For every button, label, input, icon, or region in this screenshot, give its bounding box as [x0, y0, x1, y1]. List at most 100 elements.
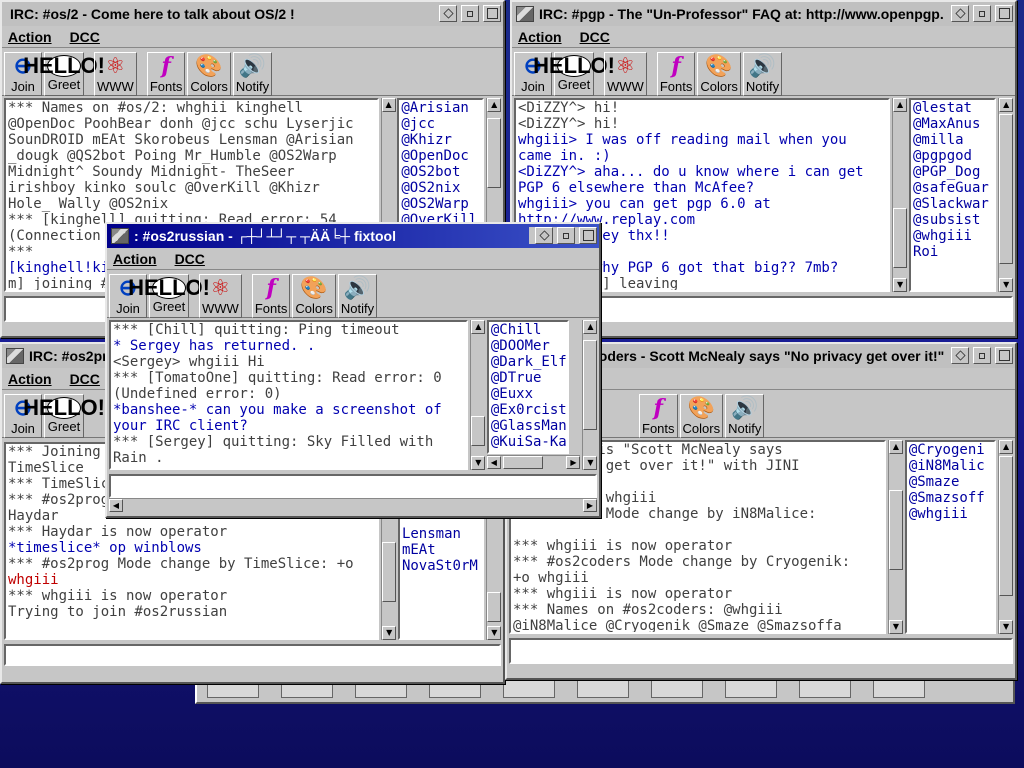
greet-button[interactable]: HELLO! Greet	[533, 52, 615, 96]
fonts-button[interactable]: f Fonts	[639, 394, 678, 438]
colors-icon: 🎨	[195, 53, 223, 78]
userlist-scrollbar[interactable]: ▲▼	[582, 320, 598, 470]
user-list-item[interactable]: NovaSt0rM	[402, 558, 480, 574]
user-list-item[interactable]: @Chill	[491, 322, 565, 338]
titlebar[interactable]: IRC: #pgp - The "Un-Professor" FAQ at: h…	[512, 2, 1015, 26]
user-list-item[interactable]: @iN8Malic	[909, 458, 992, 474]
hide-button[interactable]	[951, 347, 969, 364]
chat-scrollbar[interactable]: ▲▼	[887, 440, 903, 634]
user-list-item[interactable]: @DOOMer	[491, 338, 565, 354]
system-menu-icon[interactable]	[111, 228, 129, 244]
user-list-item[interactable]: @lestat	[913, 100, 992, 116]
user-list-item[interactable]: @OS2nix	[401, 180, 480, 196]
menu-dcc[interactable]: DCC	[580, 29, 610, 45]
input-hscrollbar[interactable]: ◀ ▶	[109, 498, 597, 514]
user-list-item[interactable]: @OpenDoc	[401, 148, 480, 164]
hide-button[interactable]	[951, 5, 969, 22]
user-list-item[interactable]: @pgpgod	[913, 148, 992, 164]
hide-button[interactable]	[535, 227, 553, 244]
user-list-item[interactable]: @OS2Warp	[401, 196, 480, 212]
greet-button[interactable]: HELLO! Greet	[128, 274, 210, 318]
user-list-item[interactable]: @Arisian	[401, 100, 480, 116]
user-list-item[interactable]: Lensman	[402, 526, 480, 542]
fonts-button[interactable]: f Fonts	[656, 52, 696, 96]
user-list-item[interactable]: @MaxAnus	[913, 116, 992, 132]
message-input[interactable]	[4, 644, 501, 666]
chat-line: whgiii> I was off reading mail when you	[518, 132, 847, 148]
user-list-item[interactable]: @Khizr	[401, 132, 480, 148]
user-list-item[interactable]: @KuiSa-Ka	[491, 434, 567, 450]
titlebar[interactable]: IRC: #os/2 - Come here to talk about OS/…	[2, 2, 503, 26]
maximize-button[interactable]	[995, 5, 1013, 22]
user-list[interactable]: @Cryogeni @iN8Malic @Smaze @Smazsoff @whgiii	[904, 440, 997, 634]
menu-dcc[interactable]: DCC	[175, 251, 205, 267]
maximize-button[interactable]	[483, 5, 501, 22]
user-list-item[interactable]: @Euxx	[491, 386, 565, 402]
notify-button[interactable]: 🔊 Notify	[337, 274, 378, 318]
message-input[interactable]	[109, 474, 597, 498]
titlebar[interactable]: : #os2russian - ┌┼┘┴┘┬ ┬ÄÄ╘┼ fixtool	[107, 224, 599, 248]
user-list-item[interactable]: @Dark_Elf	[491, 354, 567, 370]
greet-button[interactable]: HELLO! Greet	[23, 52, 105, 96]
user-list-item[interactable]: @whgiii	[909, 506, 992, 522]
minimize-button[interactable]	[973, 347, 991, 364]
system-menu-icon[interactable]	[516, 6, 534, 22]
minimize-button[interactable]	[461, 5, 479, 22]
colors-button[interactable]: 🎨 Colors	[187, 52, 231, 96]
greet-label: Greet	[152, 299, 186, 314]
minimize-button[interactable]	[557, 227, 575, 244]
chat-line: whgiii> you can get pgp 6.0 at	[518, 196, 771, 212]
user-list-item[interactable]: @milla	[913, 132, 992, 148]
user-list[interactable]: @lestat @MaxAnus @milla @pgpgod @PGP_Dog @saf…	[908, 98, 997, 292]
menu-action[interactable]: Action	[8, 29, 52, 45]
user-list-item[interactable]: @subsist	[913, 212, 992, 228]
chat-scrollbar[interactable]: ▲▼	[892, 98, 908, 292]
user-list-item[interactable]: @Smaze	[909, 474, 992, 490]
colors-button[interactable]: 🎨 Colors	[292, 274, 336, 318]
user-list[interactable]: @Chill @DOOMer @Dark_Elf @DTrue @Euxx @Ex0rci…	[486, 320, 569, 454]
hide-button[interactable]	[439, 5, 457, 22]
colors-button[interactable]: 🎨 Colors	[679, 394, 724, 438]
user-list-item[interactable]: @Slackwar	[913, 196, 992, 212]
minimize-button[interactable]	[973, 5, 991, 22]
fonts-button[interactable]: f Fonts	[146, 52, 186, 96]
user-list-item[interactable]: @Smazsoff	[909, 490, 992, 506]
join-label: Join	[11, 79, 35, 94]
notify-button[interactable]: 🔊 Notify	[742, 52, 783, 96]
chat-scrollbar[interactable]: ▲▼	[470, 320, 486, 470]
menu-action[interactable]: Action	[8, 371, 52, 387]
menu-action[interactable]: Action	[113, 251, 157, 267]
chat-line: +o whgiii	[513, 570, 589, 586]
user-list-item[interactable]: @safeGuar	[913, 180, 992, 196]
user-list-item[interactable]: @DTrue	[491, 370, 565, 386]
user-list-item[interactable]: @PGP_Dog	[913, 164, 992, 180]
maximize-button[interactable]	[579, 227, 597, 244]
www-button[interactable]: ⚛ WWW	[199, 274, 242, 318]
menu-action[interactable]: Action	[518, 29, 562, 45]
www-button[interactable]: ⚛ WWW	[604, 52, 647, 96]
userlist-hscrollbar[interactable]: ◀ ▶	[486, 455, 581, 470]
user-list-item[interactable]: Roi	[913, 244, 992, 260]
toolbar: ⊖ Join HELLO! Greet ⚛ WWW f Fonts 🎨 Colors 🔊 N…	[107, 270, 599, 318]
system-menu-icon[interactable]	[6, 348, 24, 364]
fonts-button[interactable]: f Fonts	[251, 274, 291, 318]
notify-button[interactable]: 🔊 Notify	[232, 52, 273, 96]
menu-dcc[interactable]: DCC	[70, 371, 100, 387]
user-list-item[interactable]: @GlassMan	[491, 418, 567, 434]
user-list-item[interactable]: @OS2bot	[401, 164, 480, 180]
user-list-item[interactable]: @Cryogeni	[909, 442, 992, 458]
user-list-item[interactable]: @Ex0rcist	[491, 402, 567, 418]
user-list-item[interactable]: @whgiii	[913, 228, 992, 244]
user-list-item[interactable]: @jcc	[401, 116, 480, 132]
userlist-scrollbar[interactable]: ▲▼	[998, 440, 1014, 634]
colors-button[interactable]: 🎨 Colors	[697, 52, 741, 96]
chat-log[interactable]: *** [Chill] quitting: Ping timeout * Serg…	[109, 320, 469, 470]
greet-button[interactable]: HELLO! Greet	[23, 394, 105, 438]
userlist-scrollbar[interactable]: ▲▼	[998, 98, 1014, 292]
www-button[interactable]: ⚛ WWW	[94, 52, 137, 96]
menu-dcc[interactable]: DCC	[70, 29, 100, 45]
user-list-item[interactable]: mEAt	[402, 542, 480, 558]
message-input[interactable]	[509, 638, 1013, 664]
maximize-button[interactable]	[995, 347, 1013, 364]
notify-button[interactable]: 🔊 Notify	[725, 394, 765, 438]
